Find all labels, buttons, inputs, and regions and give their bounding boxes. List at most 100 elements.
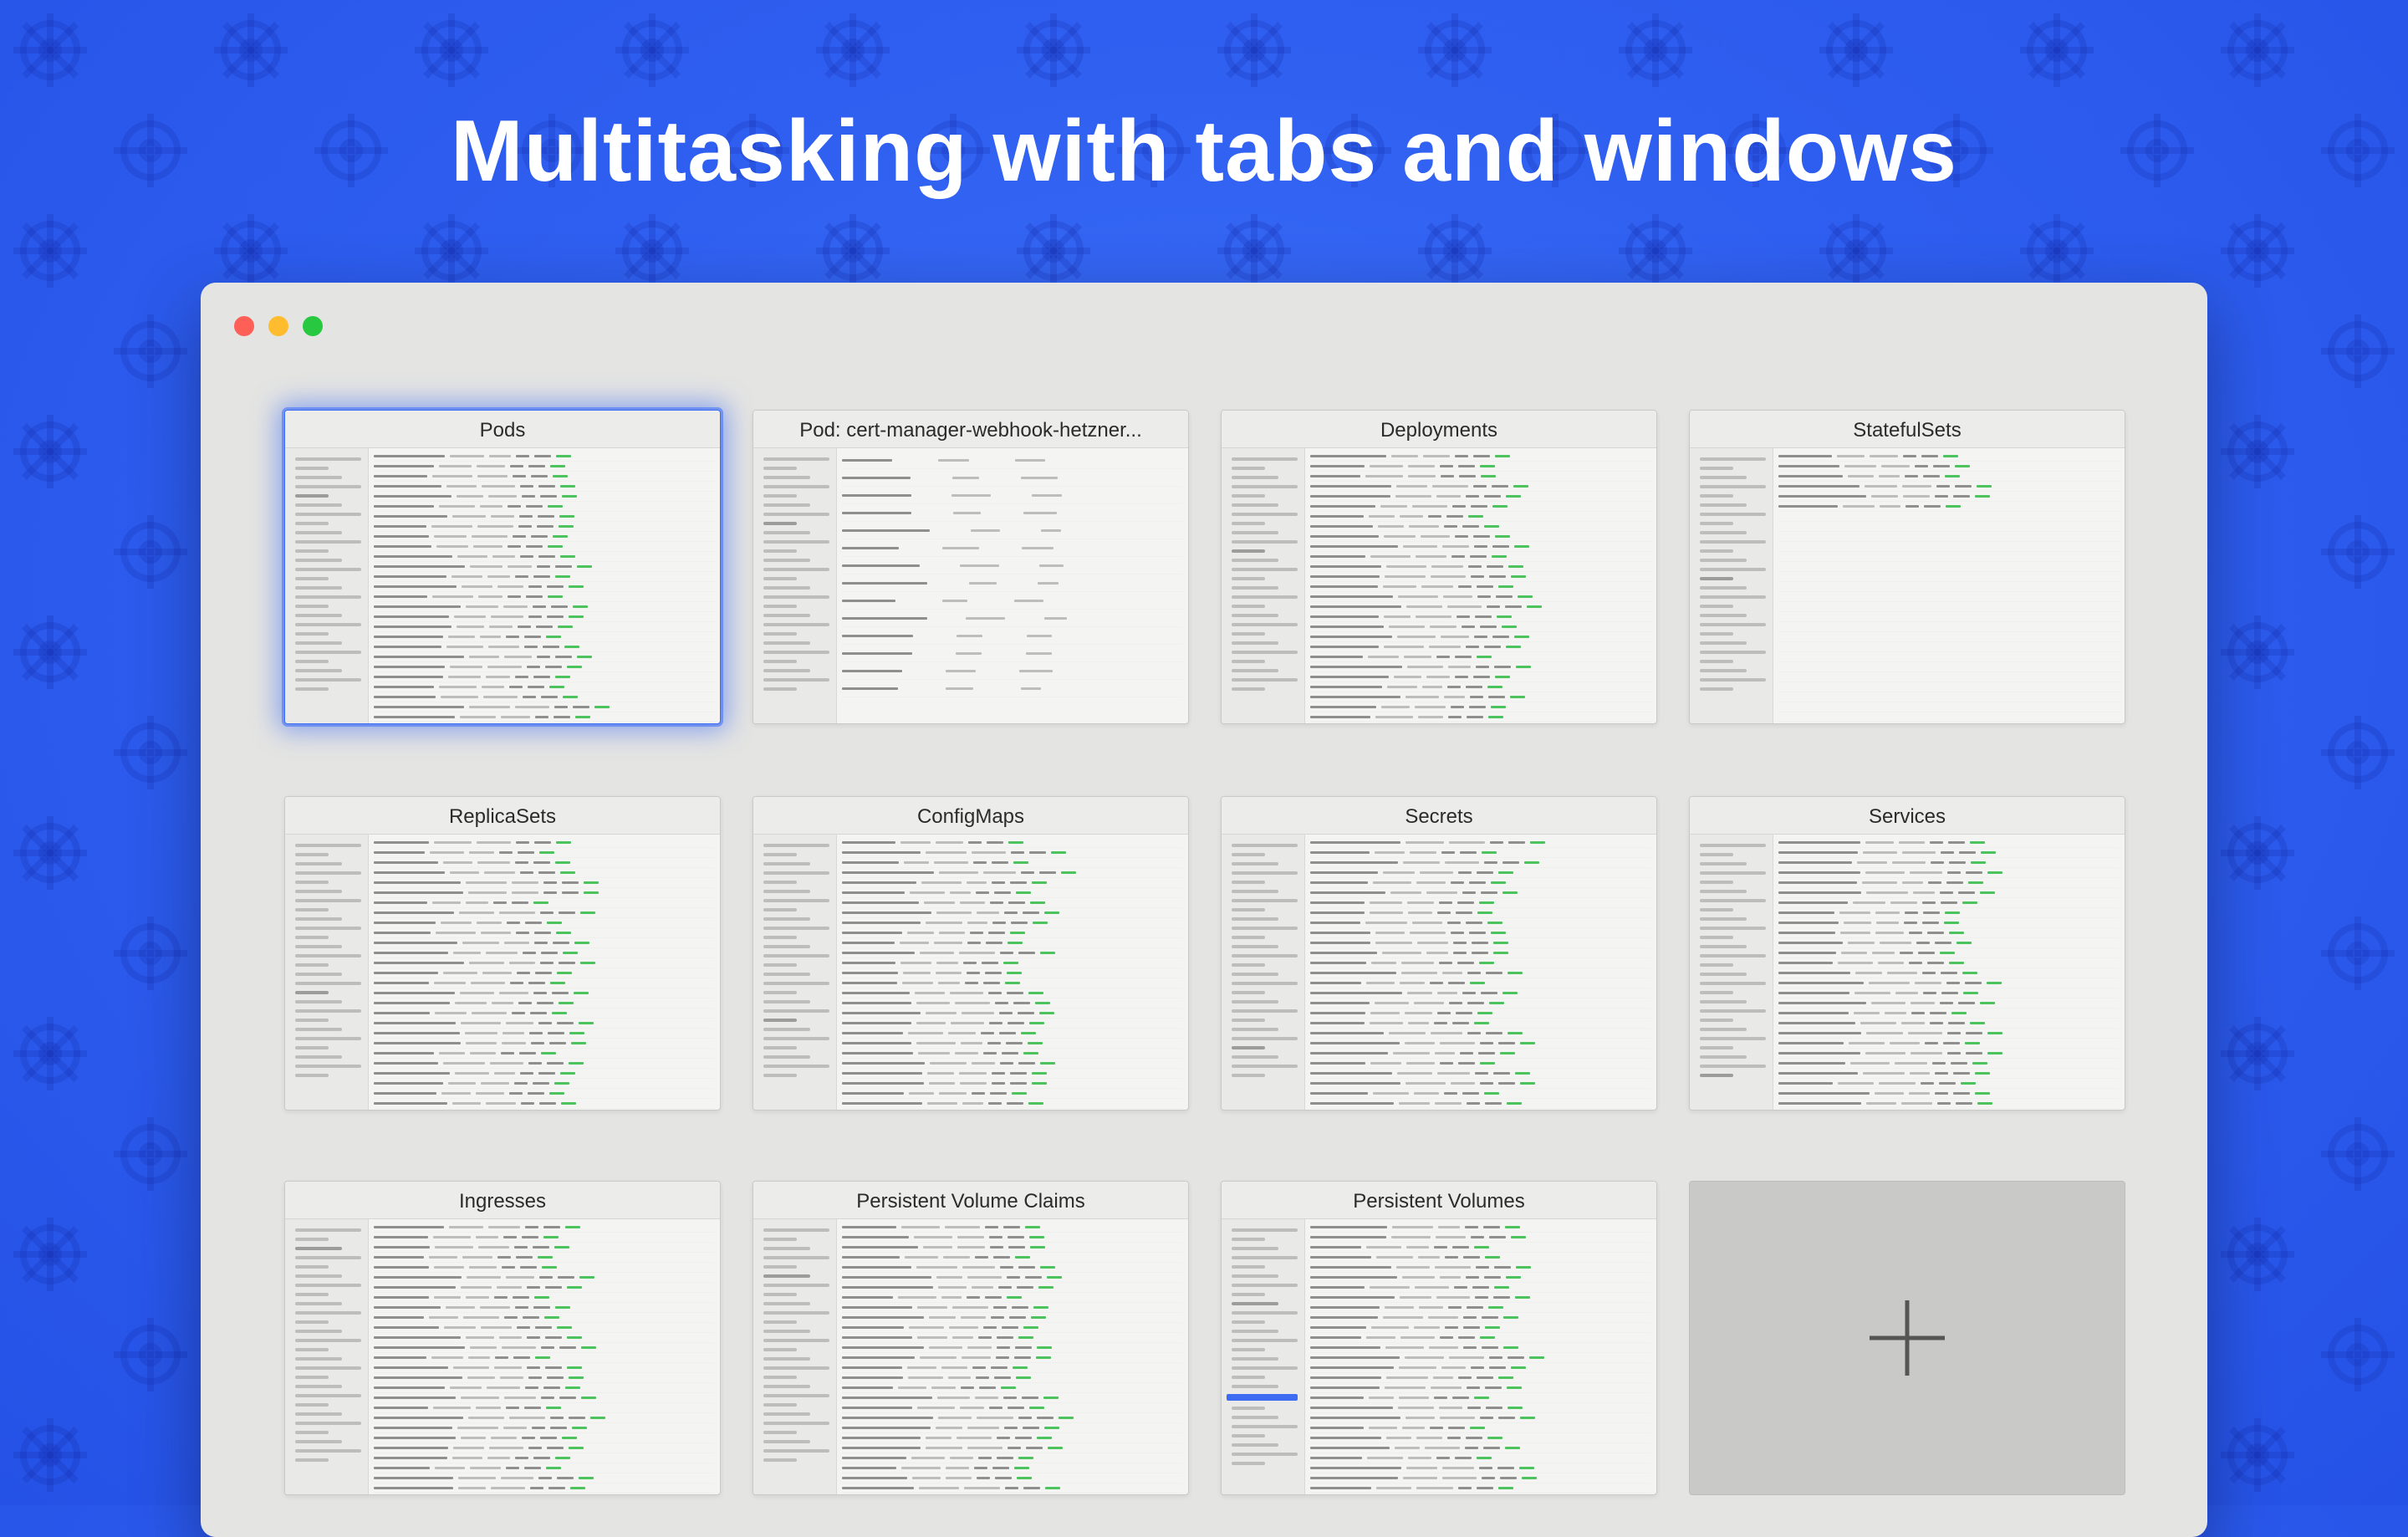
sidebar-item[interactable] — [763, 1320, 797, 1324]
table-row[interactable] — [842, 888, 1183, 898]
sidebar-item[interactable] — [1232, 669, 1278, 672]
table-row[interactable] — [842, 858, 1183, 868]
table-row[interactable] — [1778, 968, 2120, 978]
table-row[interactable] — [374, 1423, 715, 1433]
table-row[interactable] — [842, 1273, 1183, 1283]
table-row[interactable] — [1310, 1313, 1651, 1323]
table-row[interactable] — [1310, 1223, 1651, 1233]
table-row[interactable] — [374, 1099, 715, 1109]
table-row[interactable] — [842, 1373, 1183, 1383]
table-row[interactable] — [1778, 868, 2120, 878]
table-row[interactable] — [842, 1333, 1183, 1343]
sidebar-item[interactable] — [1232, 457, 1298, 461]
sidebar-item[interactable] — [763, 577, 797, 580]
sidebar-item[interactable] — [295, 678, 361, 682]
table-row[interactable] — [374, 1049, 715, 1059]
sidebar-item[interactable] — [1700, 881, 1733, 884]
sidebar-item[interactable] — [763, 1265, 797, 1269]
table-row[interactable] — [1310, 1263, 1651, 1273]
sidebar-item[interactable] — [1700, 973, 1747, 976]
sidebar-item[interactable] — [295, 660, 329, 663]
table-row[interactable] — [1310, 522, 1651, 532]
sidebar-item[interactable] — [763, 1284, 829, 1287]
sidebar-item[interactable] — [1232, 973, 1278, 976]
sidebar-item[interactable] — [1232, 1247, 1278, 1250]
table-row[interactable] — [842, 1443, 1183, 1453]
sidebar-item[interactable] — [295, 927, 361, 930]
sidebar-item[interactable] — [763, 1394, 829, 1397]
sidebar-item[interactable] — [1232, 678, 1298, 682]
sidebar-item[interactable] — [295, 1320, 329, 1324]
sidebar-item[interactable] — [763, 1385, 810, 1388]
table-row[interactable] — [1310, 1039, 1651, 1049]
table-row[interactable] — [1310, 1019, 1651, 1029]
sidebar-item[interactable] — [295, 605, 329, 608]
sidebar-item[interactable] — [295, 457, 361, 461]
table-row[interactable] — [374, 662, 715, 672]
sidebar-item[interactable] — [1232, 1028, 1278, 1031]
table-row[interactable] — [1778, 958, 2120, 968]
sidebar-item[interactable] — [763, 1256, 829, 1259]
table-row[interactable] — [374, 702, 715, 712]
sidebar-item[interactable] — [295, 1385, 342, 1388]
sidebar-item[interactable] — [1700, 890, 1747, 893]
sidebar-item[interactable] — [1232, 1376, 1265, 1379]
sidebar-item[interactable] — [1232, 494, 1265, 498]
sidebar-item[interactable] — [763, 1348, 797, 1351]
close-window-button[interactable] — [234, 316, 254, 336]
table-row[interactable] — [1310, 612, 1651, 622]
sidebar-item[interactable] — [1700, 1046, 1733, 1049]
sidebar-item[interactable] — [763, 1046, 797, 1049]
sidebar-item[interactable] — [1232, 595, 1298, 599]
sidebar-item[interactable] — [295, 844, 361, 847]
table-row[interactable] — [374, 1109, 715, 1110]
table-row[interactable] — [374, 522, 715, 532]
sidebar-item[interactable] — [295, 485, 361, 488]
table-row[interactable] — [1778, 928, 2120, 938]
table-row[interactable] — [1310, 1303, 1651, 1313]
sidebar-item[interactable] — [763, 1055, 810, 1059]
table-row[interactable] — [374, 582, 715, 592]
table-row[interactable] — [842, 1483, 1183, 1494]
table-row[interactable] — [1310, 1079, 1651, 1089]
sidebar-item[interactable] — [763, 467, 797, 470]
table-row[interactable] — [1778, 918, 2120, 928]
sidebar-item[interactable] — [1232, 586, 1278, 590]
sidebar-item[interactable] — [763, 1403, 797, 1407]
table-row[interactable] — [842, 1303, 1183, 1313]
sidebar-item[interactable] — [763, 457, 829, 461]
sidebar-item[interactable] — [763, 982, 829, 985]
sidebar-item[interactable] — [763, 1311, 829, 1315]
table-row[interactable] — [842, 1473, 1183, 1483]
table-row[interactable] — [1310, 1029, 1651, 1039]
sidebar-item[interactable] — [763, 614, 810, 617]
tab-thumbnail[interactable]: Services — [1689, 796, 2125, 1111]
sidebar-item[interactable] — [763, 844, 829, 847]
table-row[interactable] — [1310, 472, 1651, 482]
table-row[interactable] — [842, 1353, 1183, 1363]
new-tab-button[interactable] — [1689, 1181, 2125, 1495]
sidebar-item[interactable] — [763, 853, 797, 856]
table-row[interactable] — [842, 592, 1183, 610]
table-row[interactable] — [1310, 1373, 1651, 1383]
sidebar-item[interactable] — [1232, 1348, 1265, 1351]
sidebar-item[interactable] — [1700, 945, 1747, 948]
table-row[interactable] — [1778, 1029, 2120, 1039]
sidebar-item[interactable] — [1232, 1302, 1278, 1305]
table-row[interactable] — [1310, 1233, 1651, 1243]
tab-thumbnail[interactable]: Deployments — [1221, 410, 1657, 724]
table-row[interactable] — [1310, 948, 1651, 958]
sidebar-item[interactable] — [1232, 522, 1265, 525]
table-row[interactable] — [374, 472, 715, 482]
sidebar-item[interactable] — [1700, 844, 1766, 847]
table-row[interactable] — [1778, 482, 2120, 492]
sidebar-item[interactable] — [763, 605, 797, 608]
sidebar-item[interactable] — [295, 559, 342, 562]
sidebar-item[interactable] — [295, 1339, 361, 1342]
sidebar-item[interactable] — [1232, 917, 1278, 921]
sidebar-item[interactable] — [763, 881, 797, 884]
sidebar-item[interactable] — [1232, 540, 1298, 544]
sidebar-item[interactable] — [1232, 605, 1265, 608]
table-row[interactable] — [842, 522, 1183, 539]
sidebar-item[interactable] — [1232, 927, 1298, 930]
